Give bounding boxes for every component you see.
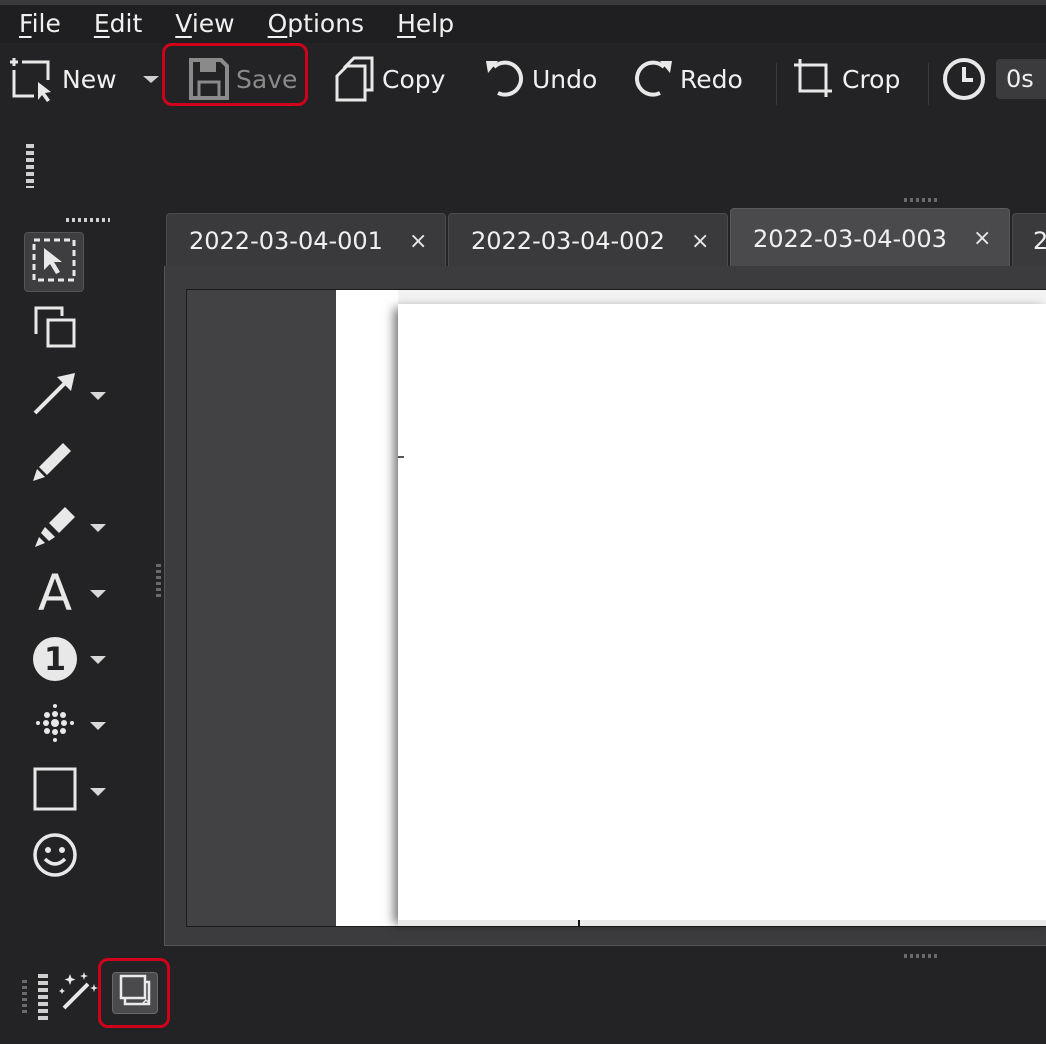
tab-overflow[interactable]: 2 — [1012, 213, 1046, 268]
panel-splitter-grip[interactable] — [156, 564, 161, 600]
tab-2022-03-04-002[interactable]: 2022-03-04-002 × — [448, 213, 728, 268]
delay-control — [940, 51, 988, 107]
new-capture-icon — [8, 56, 56, 102]
bottom-toolbar-handle[interactable] — [38, 974, 48, 1020]
dock-layers-icon — [117, 974, 153, 1012]
copy-button[interactable]: Copy — [334, 51, 445, 107]
tab-bar: 2022-03-04-001 × 2022-03-04-002 × 2022-0… — [164, 208, 1046, 268]
sticker-icon — [31, 831, 79, 883]
copy-icon — [334, 56, 376, 102]
crop-label: Crop — [842, 64, 901, 94]
copy-label: Copy — [382, 64, 446, 94]
new-label: New — [62, 64, 117, 94]
number-tool[interactable]: 1 — [28, 632, 82, 686]
number-tool-menu-arrow[interactable] — [90, 656, 106, 664]
blur-tool[interactable] — [28, 698, 82, 752]
marker-icon — [31, 501, 79, 553]
menu-file[interactable]: File — [0, 7, 75, 41]
sticker-tool[interactable] — [28, 830, 82, 884]
page-top-edge — [398, 290, 1046, 304]
arrow-tool[interactable] — [28, 368, 82, 422]
canvas-margin — [336, 290, 398, 926]
tab-close-icon[interactable]: × — [973, 226, 991, 251]
crop-icon — [792, 57, 836, 101]
toolbar-separator — [928, 63, 929, 105]
tab-close-icon[interactable]: × — [691, 229, 709, 254]
delay-input[interactable]: 0s — [996, 59, 1046, 99]
canvas-tick — [578, 920, 580, 926]
duplicate-icon — [32, 304, 78, 354]
save-button[interactable]: Save — [188, 51, 297, 107]
new-button[interactable]: New — [8, 51, 117, 107]
select-icon — [30, 236, 78, 288]
tab-label: 2022-03-04-001 — [189, 227, 383, 255]
number-icon: 1 — [33, 637, 77, 681]
tab-2022-03-04-001[interactable]: 2022-03-04-001 × — [166, 213, 446, 268]
pen-tool[interactable] — [28, 434, 82, 488]
tab-label: 2022-03-04-003 — [753, 224, 947, 253]
rectangle-tool-menu-arrow[interactable] — [90, 788, 106, 796]
arrow-icon — [31, 369, 79, 421]
undo-label: Undo — [532, 64, 598, 94]
blur-icon — [32, 700, 78, 750]
redo-icon — [630, 57, 674, 101]
dock-resize-grip[interactable] — [904, 198, 940, 202]
new-dropdown-arrow[interactable] — [140, 51, 162, 107]
marker-tool-menu-arrow[interactable] — [90, 524, 106, 532]
select-tool[interactable] — [24, 232, 84, 292]
magic-wand-icon — [58, 972, 100, 1016]
undo-button[interactable]: Undo — [484, 51, 597, 107]
undo-icon — [484, 57, 526, 101]
redo-label: Redo — [680, 64, 743, 94]
text-icon: A — [37, 564, 73, 622]
rectangle-icon — [32, 766, 78, 816]
toolbar-separator — [776, 63, 777, 105]
rectangle-tool[interactable] — [28, 764, 82, 818]
menu-view[interactable]: View — [156, 7, 248, 41]
redo-button[interactable]: Redo — [630, 51, 743, 107]
toolbar-handle-grip[interactable] — [26, 144, 34, 188]
pen-icon — [31, 435, 79, 487]
menu-help[interactable]: Help — [378, 7, 468, 41]
dock-resize-grip-bottom[interactable] — [904, 954, 940, 958]
text-tool[interactable]: A — [28, 566, 82, 620]
floppy-disk-icon — [188, 57, 230, 101]
menu-edit[interactable]: Edit — [75, 7, 156, 41]
canvas-tick — [398, 456, 404, 458]
blur-tool-menu-arrow[interactable] — [90, 722, 106, 730]
menu-options[interactable]: Options — [249, 7, 378, 41]
bottom-toolbar-grip[interactable] — [22, 980, 27, 1014]
magic-wand-button[interactable] — [58, 970, 100, 1016]
marker-tool[interactable] — [28, 500, 82, 554]
toolbox-handle-grip[interactable] — [66, 218, 110, 222]
text-tool-menu-arrow[interactable] — [90, 590, 106, 598]
arrow-tool-menu-arrow[interactable] — [90, 392, 106, 400]
tab-close-icon[interactable]: × — [409, 229, 427, 254]
dock-settings-button[interactable] — [112, 972, 158, 1014]
page-bottom-edge — [398, 920, 1046, 926]
main-toolbar: New Save Copy Undo Redo Crop 0s — [0, 43, 1046, 115]
screenshot-canvas[interactable] — [398, 304, 1046, 920]
tab-2022-03-04-003[interactable]: 2022-03-04-003 × — [730, 208, 1010, 268]
tab-label: 2022-03-04-002 — [471, 227, 665, 255]
duplicate-tool[interactable] — [28, 302, 82, 356]
save-label: Save — [236, 64, 298, 94]
crop-button[interactable]: Crop — [792, 51, 900, 107]
menubar: File Edit View Options Help — [0, 5, 1046, 43]
clock-icon — [940, 55, 988, 103]
tab-label: 2 — [1033, 227, 1046, 255]
